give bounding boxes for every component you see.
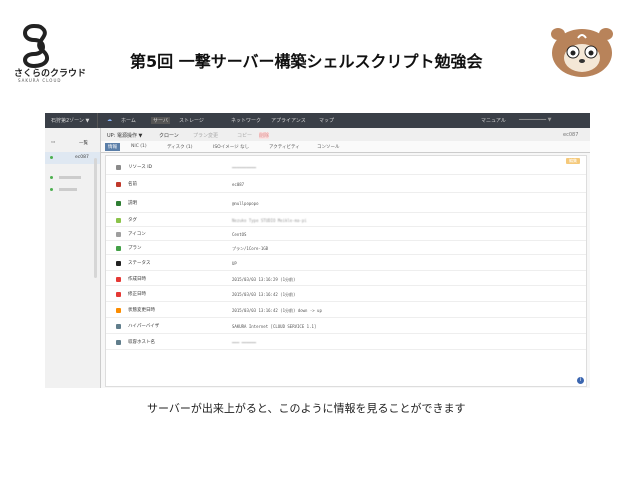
info-row: 説明 @nullpopopo	[106, 194, 586, 213]
row-icon	[116, 182, 121, 187]
row-icon	[116, 292, 121, 297]
slide-title: 第5回 一撃サーバー構築シェルスクリプト勉強会	[130, 52, 483, 71]
row-value: @nullpopopo	[232, 201, 259, 206]
row-label: 状態変更日時	[128, 308, 155, 313]
zone-selector[interactable]: 石狩第2ゾーン ▼	[51, 117, 89, 124]
info-row: アイコン CentOS	[106, 228, 586, 241]
row-label: タグ	[128, 218, 137, 223]
row-icon	[116, 232, 121, 237]
row-label: アイコン	[128, 232, 146, 237]
sidebar-scrollbar[interactable]	[94, 158, 97, 278]
row-icon	[116, 165, 121, 170]
nav-map[interactable]: マップ	[319, 117, 334, 124]
tab-console[interactable]: コンソール	[317, 144, 340, 150]
server-info-table: 編集 リソース ID ━━━━━━━━━━ 名前 ec087 説明 @nullpopopo…	[105, 155, 587, 387]
row-label: 作成日時	[128, 277, 146, 282]
tab-activity[interactable]: アクティビティ	[269, 144, 300, 150]
row-value: 2015/03/03 13:16:42 (1分前) down -> up	[232, 308, 322, 313]
slide-caption: サーバーが出来上がると、このように情報を見ることができます	[147, 402, 466, 415]
info-row: タグ Nezuko Type STUDIO Meikle-ma-pi	[106, 214, 586, 227]
info-row: ハイパーバイザ SAKURA Internet [CLOUD SERVICE 1.…	[106, 319, 586, 334]
cloud-icon: ☁	[107, 117, 112, 123]
plan-change-button[interactable]: プラン変更	[193, 132, 218, 139]
info-row: プラン プラン/1Core-1GB	[106, 242, 586, 255]
nav-home[interactable]: ホーム	[121, 117, 136, 124]
row-icon	[116, 246, 121, 251]
row-label: 修正日時	[128, 292, 146, 297]
server-list-sidebar: ▭ 一覧 ec087	[45, 128, 101, 388]
tab-disk[interactable]: ディスク (1)	[167, 144, 193, 150]
tab-iso[interactable]: ISOイメージ なし	[213, 144, 249, 150]
mascot-illustration	[548, 22, 616, 80]
row-value: ━━━ ━━━━━━	[232, 340, 257, 345]
sidebar-item[interactable]	[45, 172, 100, 184]
tab-info[interactable]: 情報	[105, 143, 120, 151]
server-id-label: ec087	[563, 132, 579, 138]
row-value: ━━━━━━━━━━	[232, 165, 257, 170]
row-label: 説明	[128, 201, 137, 206]
row-icon	[116, 218, 121, 223]
row-label: プラン	[128, 246, 142, 251]
nav-storage[interactable]: ストレージ	[179, 117, 204, 124]
row-value: 2015/03/03 13:16:42 (1分前)	[232, 292, 296, 297]
row-icon	[116, 324, 121, 329]
row-label: ステータス	[128, 261, 151, 266]
nav-network[interactable]: ネットワーク	[231, 117, 261, 124]
server-toolbar: UP: 電源操作 ▼ クローン プラン変更 コピー 削除 ec087	[101, 128, 590, 142]
nav-manual[interactable]: マニュアル	[481, 117, 506, 124]
info-row: 修正日時 2015/03/03 13:16:42 (1分前)	[106, 287, 586, 302]
row-value: CentOS	[232, 232, 247, 237]
row-icon	[116, 340, 121, 345]
row-label: 収容ホスト名	[128, 340, 155, 345]
control-panel-screenshot: 石狩第2ゾーン ▼ ☁ ホーム サーバ ストレージ ネットワーク アプライアンス…	[45, 113, 590, 388]
info-row: ステータス UP	[106, 256, 586, 271]
row-value: Nezuko Type STUDIO Meikle-ma-pi	[232, 218, 307, 223]
list-icon: ▭	[51, 140, 56, 145]
row-icon	[116, 201, 121, 206]
delete-button[interactable]: 削除	[259, 132, 270, 139]
row-value: 2015/03/03 13:16:29 (1分前)	[232, 277, 296, 282]
tab-nic[interactable]: NIC (1)	[131, 144, 147, 149]
copy-button[interactable]: コピー	[237, 132, 252, 139]
info-row: 収容ホスト名 ━━━ ━━━━━━	[106, 335, 586, 350]
nav-server[interactable]: サーバ	[151, 117, 170, 124]
row-value: SAKURA Internet [CLOUD SERVICE 1.1]	[232, 324, 317, 329]
row-value: UP	[232, 261, 237, 266]
clone-button[interactable]: クローン	[159, 132, 179, 139]
row-label: 名前	[128, 182, 137, 187]
detail-tabs: 情報 NIC (1) ディスク (1) ISOイメージ なし アクティビティ コ…	[101, 141, 590, 153]
server-detail-panel: UP: 電源操作 ▼ クローン プラン変更 コピー 削除 ec087 情報 NI…	[101, 128, 590, 388]
account-menu[interactable]: ━━━━━━━━━ ▼	[519, 117, 552, 123]
row-icon	[116, 308, 121, 313]
row-icon	[116, 261, 121, 266]
nav-appliance[interactable]: アプライアンス	[271, 117, 306, 124]
row-label: リソース ID	[128, 165, 152, 170]
info-row: リソース ID ━━━━━━━━━━	[106, 160, 586, 175]
power-operation-button[interactable]: UP: 電源操作 ▼	[107, 132, 142, 139]
info-row: 状態変更日時 2015/03/03 13:16:42 (1分前) down -> …	[106, 303, 586, 318]
sidebar-header: ▭ 一覧	[51, 140, 88, 146]
logo-subtext: SAKURA CLOUD	[18, 78, 62, 83]
sidebar-item[interactable]	[45, 184, 100, 196]
info-icon[interactable]: i	[577, 377, 584, 384]
row-label: ハイパーバイザ	[128, 324, 160, 329]
info-row: 作成日時 2015/03/03 13:16:29 (1分前)	[106, 272, 586, 286]
row-icon	[116, 277, 121, 282]
info-row: 名前 ec087	[106, 176, 586, 193]
sidebar-item-selected[interactable]: ec087	[45, 152, 100, 164]
row-value: プラン/1Core-1GB	[232, 246, 269, 251]
top-navigation-bar: 石狩第2ゾーン ▼ ☁ ホーム サーバ ストレージ ネットワーク アプライアンス…	[45, 113, 590, 128]
row-value: ec087	[232, 182, 245, 187]
